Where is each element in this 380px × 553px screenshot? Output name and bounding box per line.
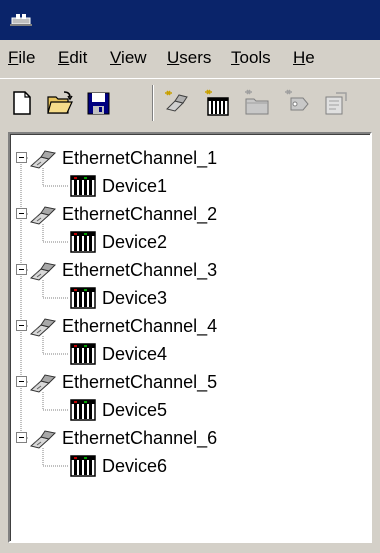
tree-item-device[interactable]: Device6 bbox=[68, 452, 167, 480]
tree-collapse-toggle[interactable] bbox=[16, 152, 27, 163]
tree-item-channel[interactable]: EthernetChannel_3 bbox=[28, 256, 217, 284]
channel-label: EthernetChannel_4 bbox=[62, 315, 218, 336]
new-icon[interactable] bbox=[8, 89, 36, 117]
menu-users[interactable]: Users bbox=[167, 48, 211, 68]
menu-help[interactable]: He bbox=[293, 48, 315, 68]
device-icon bbox=[70, 399, 96, 421]
tree-collapse-toggle[interactable] bbox=[16, 376, 27, 387]
channel-label: EthernetChannel_3 bbox=[62, 259, 218, 280]
menu-edit-accelerator: E bbox=[58, 48, 70, 67]
tree-item-device[interactable]: Device5 bbox=[68, 396, 167, 424]
open-icon[interactable] bbox=[46, 89, 74, 117]
channel-label: EthernetChannel_1 bbox=[62, 147, 218, 168]
menu-tools[interactable]: Tools bbox=[231, 48, 271, 68]
channel-label: EthernetChannel_2 bbox=[62, 203, 218, 224]
ethernet-channel-icon bbox=[29, 262, 57, 281]
device-icon bbox=[70, 287, 96, 309]
menu-file-label: ile bbox=[18, 48, 36, 67]
ethernet-channel-icon bbox=[29, 374, 57, 393]
device-label: Device2 bbox=[102, 231, 168, 252]
menu-file[interactable]: File bbox=[8, 48, 35, 68]
menu-edit-label: dit bbox=[69, 48, 88, 67]
tree-item-device[interactable]: Device1 bbox=[68, 172, 167, 200]
ethernet-channel-icon bbox=[29, 430, 57, 449]
menu-bar: File Edit View Users Tools He bbox=[0, 40, 380, 78]
device-label: Device3 bbox=[102, 287, 168, 308]
ethernet-channel-icon bbox=[29, 318, 57, 337]
channel-label: EthernetChannel_6 bbox=[62, 427, 218, 448]
menu-users-accelerator: U bbox=[167, 48, 180, 67]
menu-view-label: iew bbox=[121, 48, 147, 67]
device-icon bbox=[70, 343, 96, 365]
device-label: Device1 bbox=[102, 175, 168, 196]
menu-edit[interactable]: Edit bbox=[58, 48, 87, 68]
tree-item-device[interactable]: Device4 bbox=[68, 340, 167, 368]
device-icon bbox=[70, 455, 96, 477]
tree-item-channel[interactable]: EthernetChannel_6 bbox=[28, 424, 217, 452]
channel-label: EthernetChannel_5 bbox=[62, 371, 218, 392]
new-tag-icon[interactable] bbox=[283, 89, 311, 117]
tree-item-channel[interactable]: EthernetChannel_1 bbox=[28, 144, 217, 172]
menu-users-label: sers bbox=[179, 48, 212, 67]
tree-item-device[interactable]: Device2 bbox=[68, 228, 167, 256]
device-label: Device6 bbox=[102, 455, 168, 476]
menu-view-accelerator: V bbox=[110, 48, 122, 67]
project-tree[interactable]: EthernetChannel_1 Device1 EthernetChannel_… bbox=[8, 132, 372, 543]
new-tag-group-icon[interactable] bbox=[243, 89, 271, 117]
device-icon bbox=[70, 175, 96, 197]
tree-collapse-toggle[interactable] bbox=[16, 264, 27, 275]
toolbar bbox=[0, 78, 380, 128]
menu-file-accelerator: F bbox=[8, 48, 19, 67]
device-label: Device4 bbox=[102, 343, 168, 364]
device-icon bbox=[70, 231, 96, 253]
new-channel-icon[interactable] bbox=[163, 89, 191, 117]
toolbar-separator bbox=[152, 85, 154, 121]
app-icon bbox=[10, 14, 32, 26]
title-bar bbox=[0, 0, 380, 40]
tree-item-channel[interactable]: EthernetChannel_2 bbox=[28, 200, 217, 228]
menu-help-accelerator: H bbox=[293, 48, 306, 67]
tree-collapse-toggle[interactable] bbox=[16, 320, 27, 331]
tree-item-device[interactable]: Device3 bbox=[68, 284, 167, 312]
device-label: Device5 bbox=[102, 399, 168, 420]
menu-tools-label: ools bbox=[239, 48, 271, 67]
properties-icon[interactable] bbox=[322, 89, 350, 117]
tree-collapse-toggle[interactable] bbox=[16, 208, 27, 219]
ethernet-channel-icon bbox=[29, 206, 57, 225]
menu-tools-accelerator: T bbox=[231, 48, 240, 67]
tree-item-channel[interactable]: EthernetChannel_5 bbox=[28, 368, 217, 396]
tree-collapse-toggle[interactable] bbox=[16, 432, 27, 443]
menu-view[interactable]: View bbox=[110, 48, 147, 68]
new-device-icon[interactable] bbox=[203, 89, 231, 117]
tree-item-channel[interactable]: EthernetChannel_4 bbox=[28, 312, 217, 340]
menu-help-label: e bbox=[305, 48, 315, 67]
ethernet-channel-icon bbox=[29, 150, 57, 169]
save-icon[interactable] bbox=[84, 89, 112, 117]
